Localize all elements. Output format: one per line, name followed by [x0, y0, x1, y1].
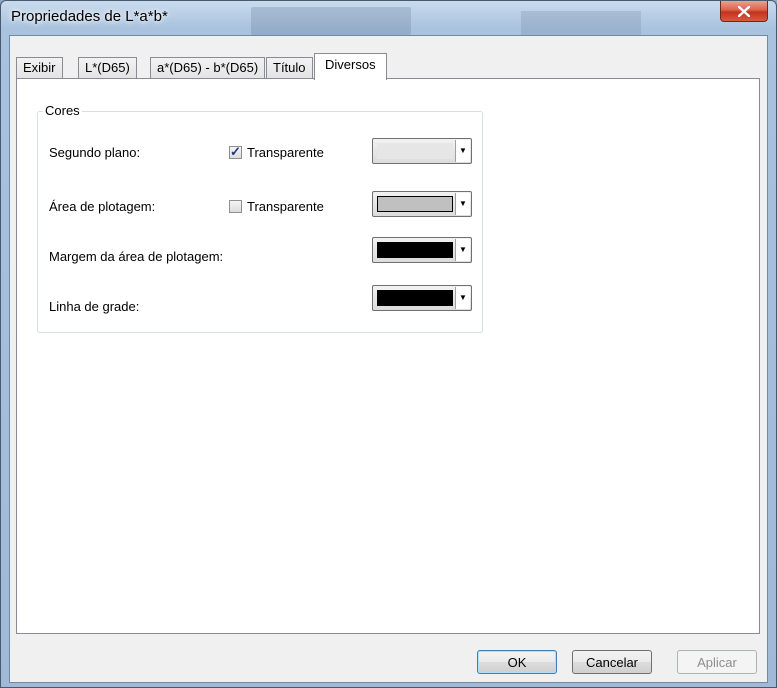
plot-area-border-label: Margem da área de plotagem: — [49, 249, 224, 264]
apply-button[interactable]: Aplicar — [677, 650, 757, 674]
tab-exibir[interactable]: Exibir — [16, 57, 63, 79]
background-transparent-checkbox[interactable]: ✓ Transparente — [229, 144, 324, 160]
title-bar[interactable]: Propriedades de L*a*b* — [1, 1, 776, 35]
plot-area-transparent-checkbox[interactable]: Transparente — [229, 199, 324, 214]
checkbox-box[interactable]: ✓ — [229, 144, 242, 159]
color-swatch — [377, 290, 453, 306]
color-swatch — [377, 196, 453, 212]
grid-line-label: Linha de grade: — [49, 299, 140, 314]
ok-button[interactable]: OK — [477, 650, 557, 674]
plot-area-border-color-dropdown[interactable]: ▼ — [372, 237, 472, 263]
grid-line-color-dropdown[interactable]: ▼ — [372, 285, 472, 311]
close-icon — [738, 5, 750, 17]
tab-panel-diversos: Cores Segundo plano: ✓ Transparente ▼ Ár… — [16, 78, 760, 634]
dialog-window: Propriedades de L*a*b* Exibir L*(D65) a*… — [0, 0, 777, 688]
checkbox-label: Transparente — [247, 199, 324, 214]
dialog-client-area: Exibir L*(D65) a*(D65) - b*(D65) Título … — [9, 35, 768, 683]
color-swatch — [377, 242, 453, 258]
chevron-down-icon[interactable]: ▼ — [455, 287, 470, 309]
background-label: Segundo plano: — [49, 145, 141, 160]
checkbox-label: Transparente — [247, 145, 324, 160]
chevron-down-icon[interactable]: ▼ — [455, 140, 470, 162]
plot-area-label: Área de plotagem: — [49, 199, 156, 214]
tab-strip: Exibir L*(D65) a*(D65) - b*(D65) Título … — [10, 53, 767, 80]
tab-titulo[interactable]: Título — [266, 57, 313, 79]
tab-a-b-d65[interactable]: a*(D65) - b*(D65) — [150, 57, 266, 79]
cancel-button[interactable]: Cancelar — [572, 650, 652, 674]
background-color-dropdown[interactable]: ▼ — [372, 138, 472, 164]
checkmark-icon: ✓ — [230, 144, 241, 159]
window-title: Propriedades de L*a*b* — [11, 8, 168, 25]
color-swatch — [377, 143, 453, 159]
plot-area-color-dropdown[interactable]: ▼ — [372, 191, 472, 217]
background-window-blur — [251, 7, 411, 35]
colors-group-label: Cores — [43, 103, 82, 118]
tab-diversos[interactable]: Diversos — [314, 53, 387, 80]
chevron-down-icon[interactable]: ▼ — [455, 193, 470, 215]
close-button[interactable] — [720, 1, 768, 22]
chevron-down-icon[interactable]: ▼ — [455, 239, 470, 261]
checkbox-box[interactable] — [229, 200, 242, 213]
tab-l-d65[interactable]: L*(D65) — [78, 57, 137, 79]
background-window-blur — [521, 11, 641, 35]
